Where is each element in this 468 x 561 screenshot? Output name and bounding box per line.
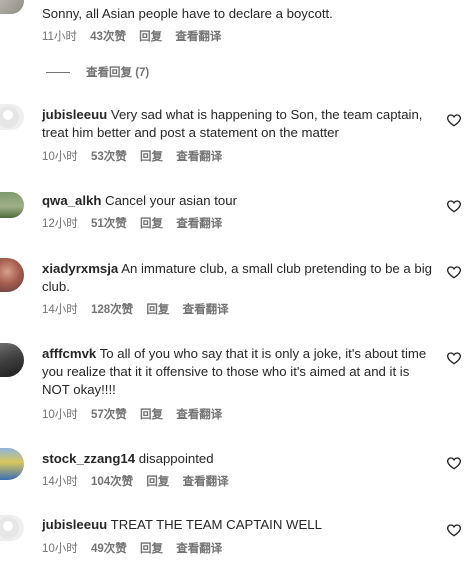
see-translation-button[interactable]: 查看翻译 — [175, 31, 221, 43]
comment-text: jubisleeuu TREAT THE TEAM CAPTAIN WELL — [42, 516, 438, 534]
comment-time: 14小时 — [42, 476, 78, 488]
comment-body: Sonny, all Asian people have to declare … — [42, 6, 333, 21]
likes-count[interactable]: 49次赞 — [91, 543, 127, 555]
view-replies-button[interactable]: 查看回复 (7) — [46, 64, 149, 82]
comment-meta: 14小时 104次赞 回复 查看翻译 — [42, 474, 239, 490]
comment-body: TREAT THE TEAM CAPTAIN WELL — [110, 517, 322, 532]
comment-text: qwa_alkh Cancel your asian tour — [42, 192, 438, 210]
reply-button[interactable]: 回复 — [140, 151, 163, 163]
comment-time: 10小时 — [42, 151, 78, 163]
comment-username[interactable]: jubisleeuu — [42, 107, 107, 122]
comment-meta: 14小时 128次赞 回复 查看翻译 — [42, 302, 239, 318]
comment-meta: 12小时 51次赞 回复 查看翻译 — [42, 216, 232, 232]
see-translation-button[interactable]: 查看翻译 — [183, 304, 229, 316]
comment-text: stock_zzang14 disappointed — [42, 450, 438, 468]
comment-text: jubisleeuu Very sad what is happening to… — [42, 106, 438, 142]
comment-body: To all of you who say that it is only a … — [42, 346, 427, 397]
heart-icon[interactable] — [446, 522, 462, 538]
avatar[interactable] — [0, 258, 24, 292]
avatar[interactable] — [0, 343, 24, 377]
avatar[interactable] — [0, 192, 24, 218]
comment-username[interactable]: jubisleeuu — [42, 517, 107, 532]
comment-meta: 10小时 57次赞 回复 查看翻译 — [42, 407, 232, 423]
heart-icon[interactable] — [446, 264, 462, 280]
avatar[interactable] — [0, 0, 24, 14]
view-replies-label: 查看回复 (7) — [86, 67, 150, 79]
likes-count[interactable]: 104次赞 — [91, 476, 133, 488]
heart-icon[interactable] — [446, 198, 462, 214]
reply-button[interactable]: 回复 — [146, 476, 169, 488]
comment-time: 12小时 — [42, 218, 78, 230]
likes-count[interactable]: 57次赞 — [91, 409, 127, 421]
comment-text: Sonny, all Asian people have to declare … — [42, 5, 438, 23]
likes-count[interactable]: 128次赞 — [91, 304, 133, 316]
comment-time: 14小时 — [42, 304, 78, 316]
avatar[interactable] — [0, 104, 24, 130]
default-avatar-icon — [0, 517, 19, 539]
see-translation-button[interactable]: 查看翻译 — [176, 151, 222, 163]
comment-username[interactable]: qwa_alkh — [42, 193, 101, 208]
comment-text: afffcmvk To all of you who say that it i… — [42, 345, 438, 399]
reply-button[interactable]: 回复 — [140, 409, 163, 421]
comment-meta: 10小时 49次赞 回复 查看翻译 — [42, 541, 232, 557]
comment-time: 10小时 — [42, 409, 78, 421]
comment-meta: 10小时 53次赞 回复 查看翻译 — [42, 149, 232, 165]
avatar[interactable] — [0, 515, 24, 541]
see-translation-button[interactable]: 查看翻译 — [176, 409, 222, 421]
comment-time: 11小时 — [42, 31, 77, 43]
likes-count[interactable]: 53次赞 — [91, 151, 127, 163]
likes-count[interactable]: 51次赞 — [91, 218, 127, 230]
heart-icon[interactable] — [446, 112, 462, 128]
divider-line — [46, 72, 70, 74]
reply-button[interactable]: 回复 — [140, 543, 163, 555]
heart-icon[interactable] — [446, 350, 462, 366]
heart-icon[interactable] — [446, 455, 462, 471]
comment-username[interactable]: afffcmvk — [42, 346, 96, 361]
see-translation-button[interactable]: 查看翻译 — [176, 543, 222, 555]
default-avatar-icon — [0, 106, 19, 128]
comment-meta: 11小时 43次赞 回复 查看翻译 — [42, 29, 231, 45]
reply-button[interactable]: 回复 — [139, 31, 162, 43]
reply-button[interactable]: 回复 — [146, 304, 169, 316]
see-translation-button[interactable]: 查看翻译 — [183, 476, 229, 488]
avatar[interactable] — [0, 448, 24, 480]
likes-count[interactable]: 43次赞 — [90, 31, 126, 43]
comment-body: Cancel your asian tour — [105, 193, 237, 208]
comment-body: disappointed — [138, 451, 214, 466]
see-translation-button[interactable]: 查看翻译 — [176, 218, 222, 230]
comment-username[interactable]: xiadyrxmsja — [42, 261, 118, 276]
comment-username[interactable]: stock_zzang14 — [42, 451, 135, 466]
comment-time: 10小时 — [42, 543, 78, 555]
comment-text: xiadyrxmsja An immature club, a small cl… — [42, 260, 438, 296]
reply-button[interactable]: 回复 — [140, 218, 163, 230]
